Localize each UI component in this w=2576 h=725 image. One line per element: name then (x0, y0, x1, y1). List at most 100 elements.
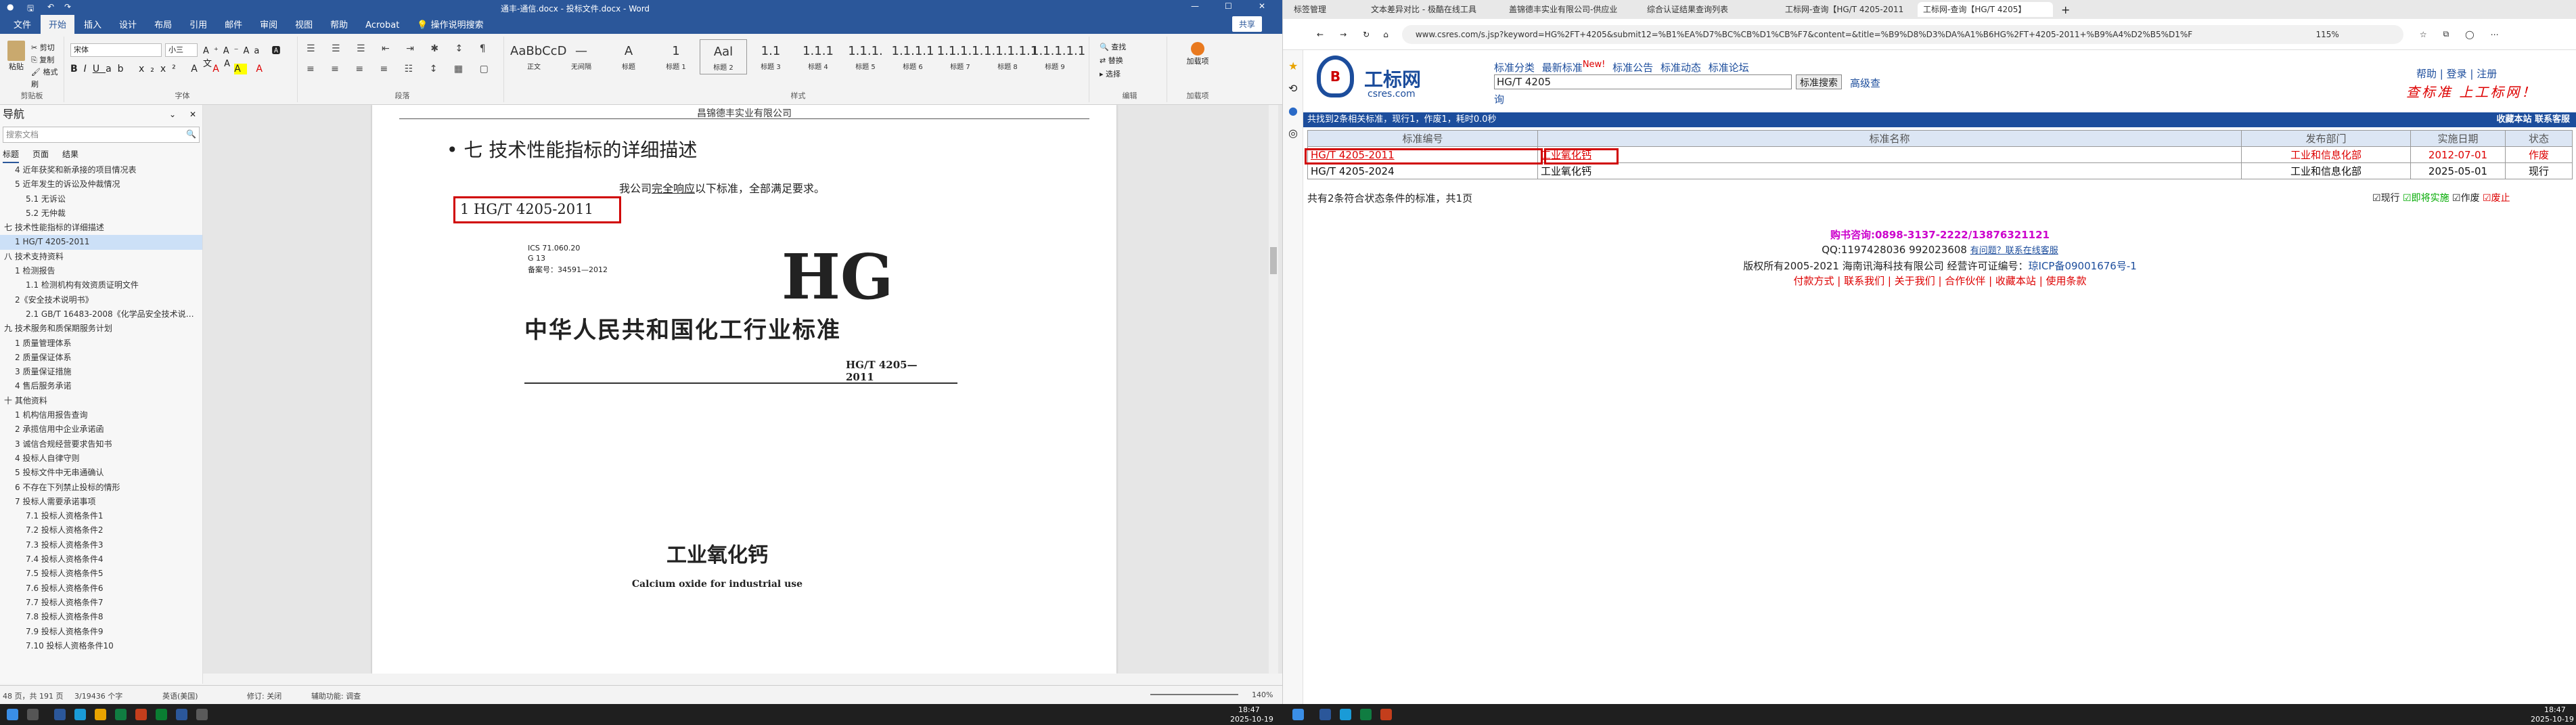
back-icon[interactable]: ← (1317, 30, 1324, 39)
site-search-input[interactable]: HG/T 4205 (1494, 74, 1792, 89)
style-item[interactable]: 1.1.1.1 标题 6 (889, 39, 936, 74)
favorites-side-icon[interactable]: ★ (1288, 60, 1298, 72)
footer-link[interactable]: 联系我们 (1844, 275, 1884, 287)
share-button[interactable]: 共享 (1231, 16, 1262, 32)
close-icon[interactable]: ✕ (1259, 1, 1265, 11)
style-item[interactable]: AaBbCcD 正文 (510, 39, 566, 74)
page-zoom-badge[interactable]: 115% (2311, 24, 2339, 44)
copy-button[interactable]: ⎘ 复制 (31, 54, 64, 66)
favorite-icon[interactable]: ☆ (2420, 30, 2427, 39)
app-icon[interactable] (1380, 709, 1392, 720)
table-row[interactable]: HG/T 4205-2024 工业氧化钙 工业和信息化部 2025-05-01 … (1307, 162, 2573, 179)
history-side-icon[interactable]: ⟲ (1288, 82, 1297, 95)
nav-heading-item[interactable]: 4 售后服务承诺 (0, 379, 202, 393)
nav-close-icon[interactable]: ✕ (189, 105, 196, 124)
nav-heading-item[interactable]: 7 投标人需要承诺事项 (0, 495, 202, 509)
nav-link-latest[interactable]: 最新标准 (1542, 62, 1583, 74)
status-words[interactable]: 3/19436 个字 (74, 690, 122, 701)
forward-icon[interactable]: → (1340, 30, 1347, 39)
app-icon[interactable] (135, 709, 147, 720)
nav-tab-results[interactable]: 结果 (62, 146, 78, 163)
nav-heading-item[interactable]: 3 质量保证措施 (0, 365, 202, 379)
maximize-icon[interactable]: ☐ (1225, 1, 1232, 11)
style-item[interactable]: 1 标题 1 (652, 39, 700, 74)
nav-heading-item[interactable]: 1.1 检测机构有效资质证明文件 (0, 278, 202, 292)
help-link[interactable]: 帮助 (2416, 68, 2437, 80)
tab-home[interactable]: 开始 (41, 14, 75, 34)
font-format-buttons[interactable]: BIUab x₂x² A A A A (70, 64, 269, 74)
nav-heading-item[interactable]: 5.1 无诉讼 (0, 192, 202, 206)
select-button[interactable]: ▸ 选择 (1100, 68, 1126, 81)
app-icon[interactable] (176, 709, 187, 720)
style-item[interactable]: 1.1 标题 3 (747, 39, 794, 74)
row-no[interactable]: HG/T 4205-2024 (1307, 162, 1538, 179)
browser-tab[interactable]: 综合认证结果查询列表 (1642, 2, 1777, 17)
style-item[interactable]: 1.1.1.1.1 标题 9 (1031, 39, 1085, 74)
nav-heading-item[interactable]: 十 其他资料 (0, 394, 202, 408)
style-item[interactable]: 1.1.1 标题 4 (794, 39, 842, 74)
app-icon[interactable] (1340, 709, 1351, 720)
nav-heading-item[interactable]: 1 HG/T 4205-2011 (0, 235, 202, 250)
font-size-select[interactable]: 小三 (165, 43, 198, 57)
status-zoom[interactable]: 140% (1252, 690, 1273, 699)
status-page[interactable]: 48 页，共 191 页 (3, 690, 63, 701)
new-tab-icon[interactable]: + (2056, 3, 2070, 16)
bar-right-links[interactable]: 收藏本站 联系客服 (2496, 112, 2570, 127)
start-icon[interactable] (1292, 709, 1304, 720)
paste-button[interactable]: 粘贴 (4, 41, 28, 72)
app-icon[interactable] (1360, 709, 1372, 720)
tab-design[interactable]: 设计 (111, 14, 145, 34)
format-painter-button[interactable]: 🖌 格式刷 (31, 66, 64, 91)
replace-button[interactable]: ⇄ 替换 (1100, 54, 1126, 68)
row-name[interactable]: 工业氧化钙 (1537, 146, 2242, 163)
document-page[interactable]: 昌锦德丰实业有限公司 • 七 技术性能指标的详细描述 我公司完全响应以下标准，全… (372, 105, 1116, 674)
login-link[interactable]: 登录 (2447, 68, 2467, 80)
nav-heading-item[interactable]: 7.8 投标人资格条件8 (0, 610, 202, 624)
nav-heading-item[interactable]: 1 质量管理体系 (0, 336, 202, 351)
nav-heading-item[interactable]: 6 不存在下列禁止投标的情形 (0, 481, 202, 495)
footer-icp[interactable]: 琼ICP备09001676号-1 (2029, 260, 2137, 272)
nav-heading-item[interactable]: 4 投标人自律守则 (0, 452, 202, 466)
nav-heading-item[interactable]: 7.5 投标人资格条件5 (0, 567, 202, 581)
app-icon[interactable] (54, 709, 66, 720)
autosave-icon[interactable]: ● (7, 2, 14, 12)
app-icon[interactable] (115, 709, 127, 720)
app-icon[interactable] (74, 709, 86, 720)
filter-upcoming[interactable]: ☑即将实施 (2403, 193, 2449, 204)
status-access[interactable]: 辅助功能: 调查 (311, 690, 361, 701)
register-link[interactable]: 注册 (2477, 68, 2497, 80)
tab-acrobat[interactable]: Acrobat (357, 17, 407, 34)
nav-heading-item[interactable]: 2 质量保证体系 (0, 351, 202, 365)
cut-button[interactable]: ✂ 剪切 (31, 42, 64, 54)
search-side-icon[interactable]: ● (1288, 104, 1298, 117)
nav-heading-item[interactable]: 八 技术支持资料 (0, 250, 202, 264)
refresh-icon[interactable]: ↻ (1363, 30, 1370, 39)
scrollbar-thumb[interactable] (1270, 247, 1277, 274)
nav-heading-item[interactable]: 7.6 投标人资格条件6 (0, 581, 202, 596)
nav-heading-item[interactable]: 4 近年获奖和新承接的项目情况表 (0, 163, 202, 177)
filter-current[interactable]: ☑现行 (2372, 193, 2400, 204)
home-icon[interactable]: ⌂ (1383, 30, 1388, 39)
nav-options-icon[interactable]: ⌄ (169, 105, 176, 124)
nav-heading-item[interactable]: 七 技术性能指标的详细描述 (0, 221, 202, 235)
app-icon[interactable] (95, 709, 106, 720)
row-name[interactable]: 工业氧化钙 (1537, 162, 2242, 179)
app-icon[interactable] (156, 709, 167, 720)
nav-heading-item[interactable]: 5 近年发生的诉讼及仲裁情况 (0, 177, 202, 192)
nav-heading-item[interactable]: 7.9 投标人资格条件9 (0, 625, 202, 639)
nav-heading-item[interactable]: 7.3 投标人资格条件3 (0, 538, 202, 552)
taskbar-time[interactable]: 18:47 (1238, 705, 1260, 714)
nav-heading-item[interactable]: 2 承揽信用中企业承诺函 (0, 422, 202, 437)
style-item[interactable]: A 标题 (605, 39, 652, 74)
nav-heading-item[interactable]: 1 机构信用报告查询 (0, 408, 202, 422)
tab-references[interactable]: 引用 (181, 14, 215, 34)
taskbar-time[interactable]: 18:47 (2544, 705, 2566, 714)
tell-me-search[interactable]: 💡 操作说明搜索 (409, 14, 491, 34)
search-icon[interactable]: 🔍 (186, 129, 196, 139)
tab-layout[interactable]: 布局 (146, 14, 180, 34)
nav-link-news[interactable]: 标准动态 (1660, 62, 1701, 74)
browser-tab-active[interactable]: 工标网-查询【HG/T 4205】 (1918, 2, 2053, 17)
nav-heading-item[interactable]: 2.1 GB/T 16483-2008《化学品安全技术说… (0, 307, 202, 322)
nav-heading-item[interactable]: 1 检测报告 (0, 264, 202, 278)
browser-tab[interactable]: 文本差异对比 - 极酷在线工具 (1365, 2, 1501, 17)
